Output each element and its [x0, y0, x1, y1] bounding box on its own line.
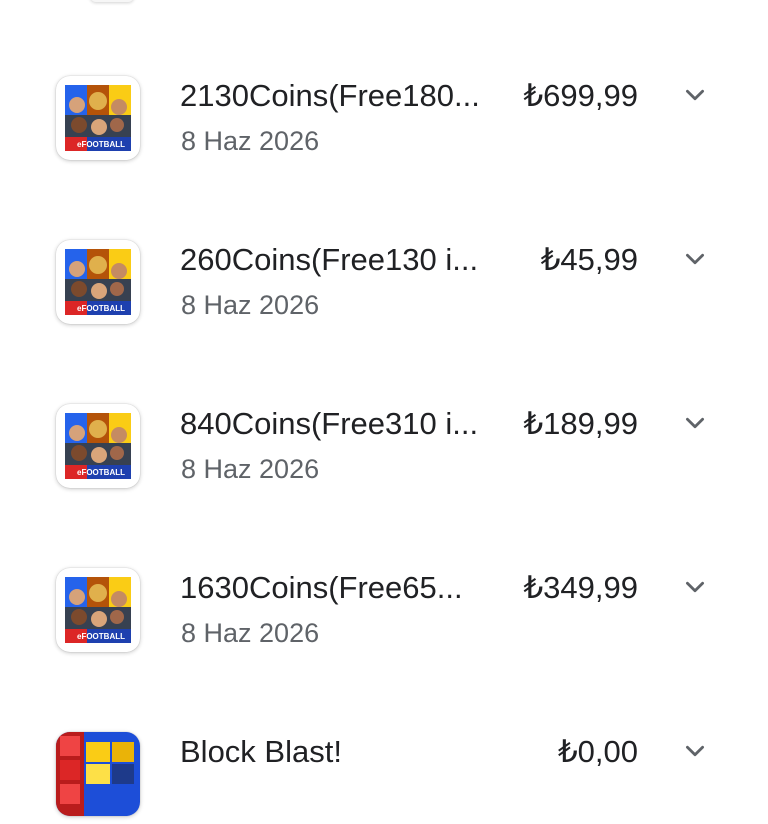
- efootball-app-icon: eFOOTBALL: [56, 240, 140, 324]
- expand-button[interactable]: [678, 242, 712, 276]
- chevron-down-icon: [686, 417, 704, 429]
- purchase-date: 8 Haz 2026: [181, 126, 320, 156]
- purchase-price: ₺699,99: [523, 78, 638, 113]
- purchase-title: 1630Coins(Free65...: [180, 570, 463, 605]
- purchase-title: 260Coins(Free130 i...: [180, 242, 479, 277]
- purchase-title: 840Coins(Free310 i...: [180, 406, 479, 441]
- purchase-title: 2130Coins(Free180...: [180, 78, 480, 113]
- efootball-app-icon: eFOOTBALL: [56, 76, 140, 160]
- purchase-title: Block Blast!: [180, 734, 342, 769]
- chevron-down-icon: [686, 253, 704, 265]
- purchase-history-list: eFOOTBALL 2130Coins(Free180... 8 Haz 202…: [0, 0, 768, 816]
- purchase-item[interactable]: eFOOTBALL 840Coins(Free310 i... 8 Haz 20…: [0, 376, 768, 496]
- efootball-app-icon: eFOOTBALL: [56, 568, 140, 652]
- efootball-icon-label: eFOOTBALL: [77, 632, 125, 641]
- purchase-date: 8 Haz 2026: [181, 454, 320, 484]
- efootball-app-icon: eFOOTBALL: [56, 404, 140, 488]
- efootball-icon-label: eFOOTBALL: [77, 140, 125, 149]
- purchase-item[interactable]: Block Blast! ₺0,00: [0, 704, 768, 824]
- chevron-down-icon: [686, 581, 704, 593]
- purchase-price: ₺189,99: [523, 406, 638, 441]
- purchase-price: ₺0,00: [557, 734, 638, 769]
- efootball-icon-art: eFOOTBALL: [65, 577, 131, 643]
- purchase-price: ₺45,99: [540, 242, 638, 277]
- efootball-icon-art: eFOOTBALL: [65, 85, 131, 151]
- block-blast-icon-art: [56, 732, 140, 816]
- purchase-item[interactable]: eFOOTBALL 260Coins(Free130 i... 8 Haz 20…: [0, 212, 768, 332]
- purchase-item[interactable]: eFOOTBALL 1630Coins(Free65... 8 Haz 2026…: [0, 540, 768, 660]
- purchase-date: 8 Haz 2026: [181, 618, 320, 648]
- purchase-item[interactable]: eFOOTBALL 2130Coins(Free180... 8 Haz 202…: [0, 48, 768, 168]
- expand-button[interactable]: [678, 406, 712, 440]
- chevron-down-icon: [686, 745, 704, 757]
- expand-button[interactable]: [678, 570, 712, 604]
- purchase-date: 8 Haz 2026: [181, 290, 320, 320]
- expand-button[interactable]: [678, 734, 712, 768]
- efootball-icon-art: eFOOTBALL: [65, 249, 131, 315]
- block-blast-app-icon: [56, 732, 140, 816]
- expand-button[interactable]: [678, 78, 712, 112]
- chevron-down-icon: [686, 89, 704, 101]
- efootball-icon-label: eFOOTBALL: [77, 468, 125, 477]
- efootball-icon-label: eFOOTBALL: [77, 304, 125, 313]
- purchase-price: ₺349,99: [523, 570, 638, 605]
- efootball-icon-art: eFOOTBALL: [65, 413, 131, 479]
